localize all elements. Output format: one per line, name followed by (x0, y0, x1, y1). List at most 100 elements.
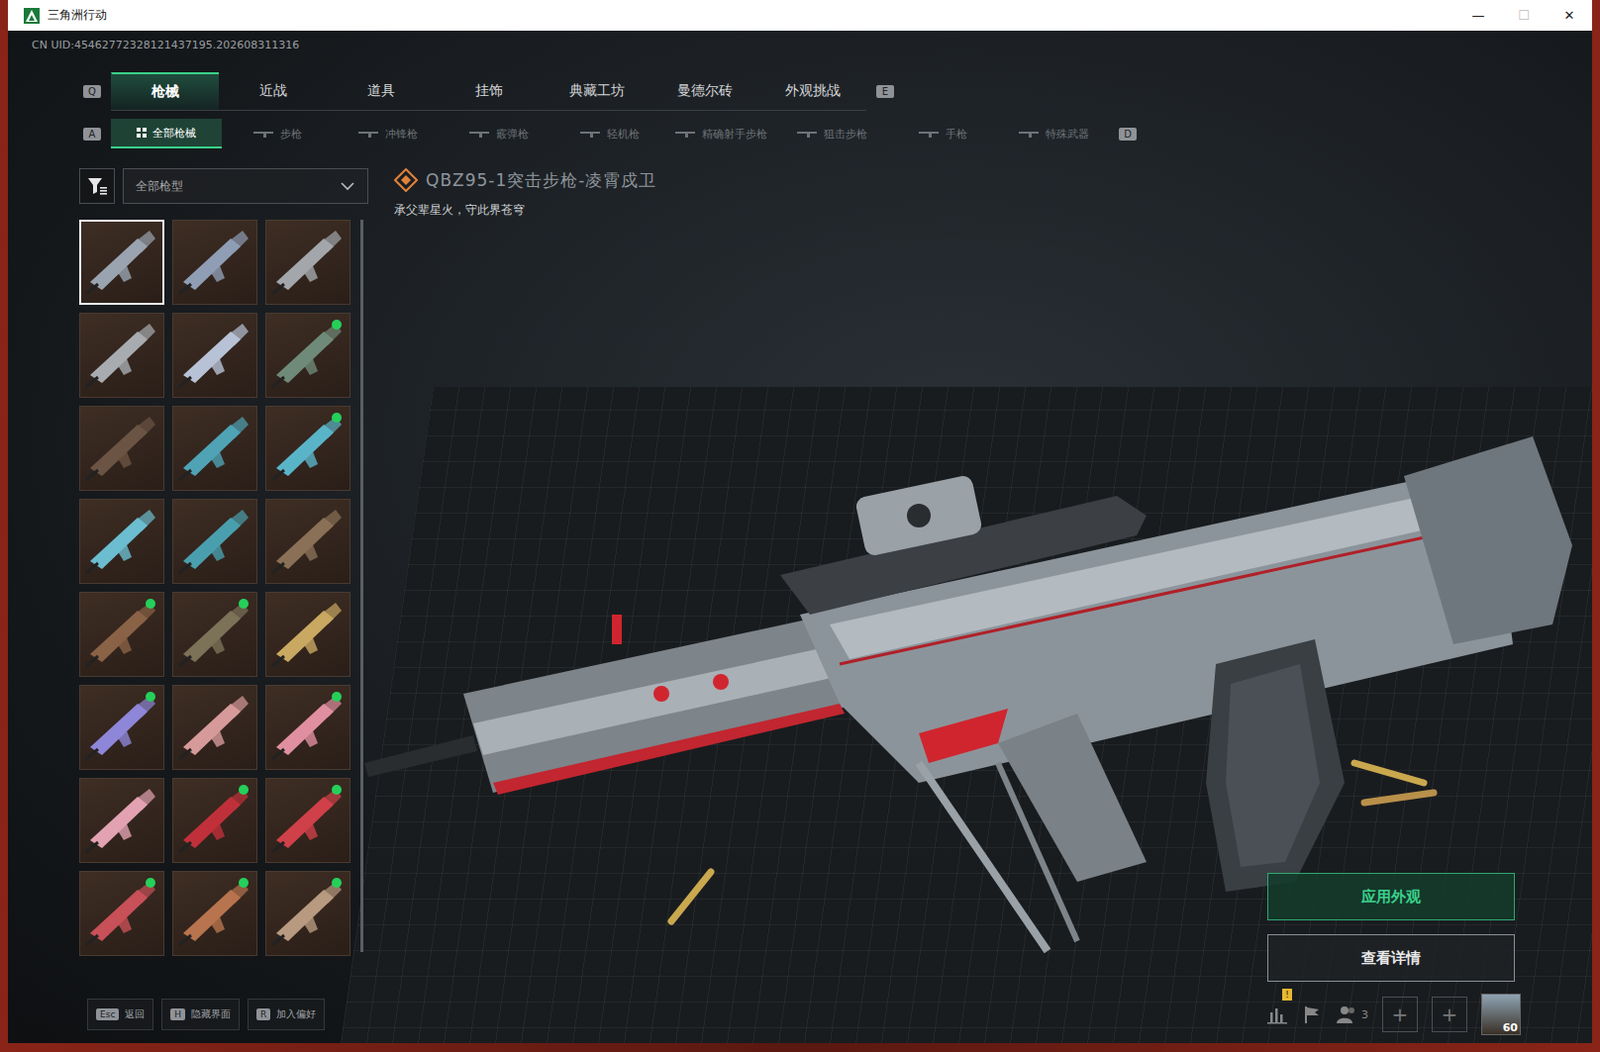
main-tab-bar: Q 枪械近战道具挂饰典藏工坊曼德尔砖外观挑战 E (83, 72, 1593, 111)
skin-tile[interactable] (79, 871, 165, 957)
owned-dot (145, 692, 156, 702)
sub-tab[interactable]: 特殊武器 (998, 118, 1109, 149)
skin-gun-icon (177, 410, 253, 487)
main-tab[interactable]: 挂饰 (434, 72, 543, 110)
sub-tab[interactable]: 轻机枪 (554, 118, 666, 149)
gun-type-icon (253, 129, 276, 138)
filter-icon (86, 175, 108, 198)
next-subtab-key[interactable]: D (1118, 127, 1137, 141)
skin-tile[interactable] (265, 219, 351, 305)
owned-dot (331, 412, 342, 423)
chevron-down-icon (339, 181, 356, 192)
skin-gun-icon (84, 317, 160, 394)
skin-tile[interactable] (172, 405, 258, 492)
main-tab[interactable]: 典藏工坊 (542, 72, 651, 110)
key-hint[interactable]: R加入偏好 (247, 999, 325, 1031)
skin-tile[interactable] (265, 778, 351, 864)
sub-tab[interactable]: 全部枪械 (110, 118, 222, 149)
sub-tab[interactable]: 狙击步枪 (776, 118, 888, 149)
skin-tile[interactable] (79, 312, 165, 399)
skin-panel: 全部枪型 (79, 168, 369, 995)
skin-gun-icon (177, 224, 253, 300)
main-tab[interactable]: 近战 (218, 72, 327, 110)
skin-tile[interactable] (265, 685, 351, 771)
key-hint[interactable]: H隐藏界面 (161, 999, 240, 1031)
owned-dot (331, 319, 342, 330)
skin-tile[interactable] (172, 778, 258, 864)
main-tab[interactable]: 道具 (326, 72, 435, 110)
owned-dot (238, 599, 249, 609)
window-control[interactable]: ✕ (1546, 7, 1593, 23)
skin-gun-icon (177, 690, 253, 766)
stats-button[interactable]: ! (1266, 1004, 1289, 1025)
owned-dot (238, 785, 249, 796)
skin-gun-icon (84, 503, 160, 580)
game-window: 三角洲行动 —☐✕ CN UID:45462772328121437195.2026… (0, 0, 1600, 1052)
key-hint[interactable]: Esc返回 (87, 999, 154, 1031)
next-tab-key[interactable]: E (876, 85, 895, 99)
skin-tile[interactable] (265, 312, 351, 399)
main-tab[interactable]: 外观挑战 (758, 72, 867, 110)
uid-label: CN UID:45462772328121437195.202608311316 (7, 30, 1593, 55)
delta-logo-icon (23, 7, 40, 24)
sub-tab[interactable]: 霰弹枪 (443, 118, 555, 149)
prev-tab-key[interactable]: Q (83, 85, 101, 99)
skin-gun-icon (177, 317, 253, 394)
friends-button[interactable]: 3 (1335, 1004, 1369, 1025)
skin-tile[interactable] (265, 592, 351, 678)
sub-tab[interactable]: 步枪 (221, 118, 333, 149)
team-slot[interactable]: + (1431, 997, 1468, 1033)
skin-tile[interactable] (265, 405, 351, 492)
window-control[interactable]: ☐ (1500, 7, 1547, 23)
action-button[interactable]: 查看详情 (1267, 934, 1515, 983)
skin-tile[interactable] (79, 592, 165, 678)
player-avatar[interactable]: 60 (1481, 994, 1521, 1036)
skin-tile[interactable] (172, 871, 258, 957)
sub-tab[interactable]: 冲锋枪 (332, 118, 444, 149)
bottom-bar: Esc返回H隐藏界面R加入偏好! 3 + +60 (7, 994, 1593, 1044)
gun-type-icon (469, 129, 492, 138)
people-icon (1335, 1004, 1358, 1025)
title-bar: 三角洲行动 —☐✕ (7, 0, 1593, 31)
sub-tab[interactable]: 精确射手步枪 (665, 118, 777, 149)
owned-dot (238, 878, 249, 889)
skin-tile[interactable] (172, 219, 258, 305)
skin-gun-icon (84, 410, 160, 487)
team-slot[interactable]: + (1382, 997, 1418, 1033)
scrollbar[interactable] (360, 219, 364, 953)
gun-type-icon (797, 129, 819, 138)
action-button[interactable]: 应用外观 (1267, 873, 1515, 921)
skin-tile[interactable] (79, 685, 165, 771)
skin-tile[interactable] (172, 312, 258, 399)
bar-chart-icon (1266, 1004, 1289, 1025)
weapon-name: QBZ95-1突击步枪-凌霄戍卫 (425, 169, 657, 193)
flag-button[interactable] (1301, 1004, 1322, 1025)
gun-type-icon (675, 129, 698, 138)
skin-tile[interactable] (172, 685, 258, 771)
window-control[interactable]: — (1455, 7, 1501, 23)
skin-tile[interactable] (265, 499, 351, 585)
skin-tile[interactable] (172, 499, 258, 585)
main-tab[interactable]: 枪械 (110, 72, 219, 110)
main-tab[interactable]: 曼德尔砖 (650, 72, 759, 110)
alert-badge: ! (1282, 989, 1293, 1001)
window-title: 三角洲行动 (47, 6, 107, 24)
skin-tile[interactable] (79, 405, 165, 492)
skin-tile[interactable] (79, 499, 165, 585)
skin-gun-icon (84, 224, 160, 300)
skin-gun-icon (84, 783, 160, 859)
gun-type-icon (580, 129, 602, 138)
filter-button[interactable] (79, 168, 115, 204)
skin-tile[interactable] (79, 778, 165, 864)
sub-tab[interactable]: 手枪 (887, 118, 999, 149)
grid-icon (136, 127, 148, 139)
prev-subtab-key[interactable]: A (83, 127, 101, 141)
owned-dot (145, 599, 156, 609)
owned-dot (145, 878, 156, 889)
skin-gun-icon (270, 597, 346, 673)
skin-tile[interactable] (79, 219, 165, 305)
skin-grid (79, 219, 351, 957)
skin-tile[interactable] (172, 592, 258, 678)
gun-type-dropdown[interactable]: 全部枪型 (122, 168, 369, 204)
skin-tile[interactable] (265, 871, 351, 957)
